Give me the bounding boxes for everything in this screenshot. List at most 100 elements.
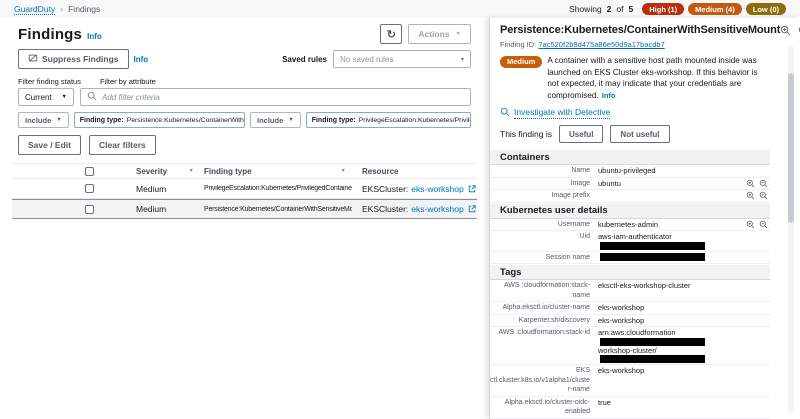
not-useful-button[interactable]: Not useful bbox=[610, 125, 669, 143]
top-bar: GuardDuty › Findings Showing2of5 High (1… bbox=[0, 0, 800, 18]
search-icon bbox=[87, 91, 97, 103]
table-row[interactable]: Medium PrivilegeEscalation:Kubernetes/Pri… bbox=[12, 179, 477, 199]
detail-row-label: AWS :cloudformation:stack-id bbox=[490, 328, 598, 338]
actions-dropdown-button[interactable]: Actions▼ bbox=[408, 24, 471, 44]
detail-row: Imageubuntu bbox=[490, 178, 770, 191]
detail-row-label: Alpha.eksctl.io/cluster-oidc-enabled bbox=[490, 398, 598, 417]
severity-badge[interactable]: High (1) bbox=[642, 3, 684, 15]
refresh-button[interactable]: ↻ bbox=[380, 24, 402, 44]
scrollbar-thumb[interactable] bbox=[788, 73, 794, 223]
resource-column-header: Resource bbox=[362, 167, 398, 176]
select-all-checkbox[interactable] bbox=[85, 167, 94, 176]
chip-prefix: Finding type: bbox=[312, 117, 356, 124]
section-header: Kubernetes user details bbox=[490, 204, 770, 219]
filter-chip[interactable]: Finding type: PrivilegeEscalation:Kubern… bbox=[306, 112, 471, 128]
investigate-with-detective-link[interactable]: Investigate with Detective bbox=[514, 107, 610, 119]
page-title: Findings bbox=[18, 26, 82, 43]
severity-column-header: Severity bbox=[136, 167, 167, 176]
section-header: Containers bbox=[490, 150, 770, 165]
row-checkbox[interactable] bbox=[85, 184, 94, 193]
status-value: Current bbox=[25, 93, 52, 102]
suppress-findings-button[interactable]: Suppress Findings bbox=[18, 49, 129, 69]
detail-row-label: Image prefix bbox=[490, 191, 598, 201]
detail-row-value: true bbox=[598, 398, 611, 408]
detective-icon bbox=[500, 107, 510, 119]
description-info-link[interactable]: Info bbox=[602, 91, 616, 100]
showing-total: 5 bbox=[629, 4, 634, 14]
breadcrumb-current: Findings bbox=[68, 4, 100, 14]
breadcrumb-separator-icon: › bbox=[60, 4, 63, 14]
row-checkbox[interactable] bbox=[85, 205, 94, 214]
zoom-in-icon[interactable] bbox=[746, 179, 755, 188]
title-info-link[interactable]: Info bbox=[87, 32, 102, 41]
detail-row: AWS :cloudformation:stack-idarn:aws:clou… bbox=[490, 327, 770, 365]
suppress-info-link[interactable]: Info bbox=[134, 55, 149, 64]
finding-id-label: Finding ID: bbox=[500, 40, 536, 49]
findings-summary: Showing2of5 High (1)Medium (4)Low (0) bbox=[569, 3, 786, 15]
zoom-out-icon[interactable] bbox=[759, 220, 768, 229]
detail-row-label: AWS :cloudformation:stack-name bbox=[490, 281, 598, 300]
include-dropdown[interactable]: Include▼ bbox=[250, 112, 301, 128]
detail-row: Uidaws-iam-authenticator bbox=[490, 231, 770, 252]
redacted-value bbox=[600, 253, 705, 261]
detail-row: Karpenter.sh/discoveryeks-workshop bbox=[490, 315, 770, 328]
saved-rules-select[interactable]: No saved rules ▾ bbox=[333, 50, 471, 68]
clear-filters-button[interactable]: Clear filters bbox=[89, 135, 156, 155]
zoom-in-icon[interactable] bbox=[746, 191, 755, 200]
detail-row-value: eks-workshop bbox=[598, 316, 644, 326]
severity-badges: High (1) Medium (4) Low (0) bbox=[642, 3, 786, 15]
showing-count: 2 bbox=[607, 4, 612, 14]
breadcrumb-guardduty-link[interactable]: GuardDuty bbox=[14, 4, 55, 15]
finding-id-link[interactable]: 7ac520f2b8d475a86e50d9a17bacdb7 bbox=[538, 40, 664, 49]
detail-row-value: kubernetes-admin bbox=[598, 220, 658, 230]
zoom-in-icon[interactable] bbox=[780, 25, 791, 36]
saved-rules-label: Saved rules bbox=[282, 55, 327, 64]
actions-label: Actions bbox=[418, 29, 449, 39]
suppress-label: Suppress Findings bbox=[42, 54, 119, 64]
resource-prefix: EKSCluster: bbox=[362, 204, 408, 214]
finding-type-cell: PrivilegeEscalation:Kubernetes/Privilege… bbox=[204, 185, 352, 192]
table-row[interactable]: MediumPersistence:Kubernetes/ContainerWi… bbox=[12, 199, 477, 219]
severity-badge[interactable]: Medium (4) bbox=[688, 3, 742, 15]
detail-row-value: arn:aws:cloudformation bbox=[598, 328, 676, 338]
finding-type-cell: Persistence:Kubernetes/ContainerWithSens… bbox=[204, 206, 352, 213]
detail-row-label: EKS ctl.cluster.k8s.io/v1alpha1/cluster-… bbox=[490, 366, 598, 395]
chip-prefix: Finding type: bbox=[80, 117, 124, 124]
sort-icon[interactable]: ▼ bbox=[341, 168, 346, 174]
filter-chip[interactable]: Finding type: Persistence:Kubernetes/Con… bbox=[74, 112, 245, 128]
chip-value: PrivilegeEscalation:Kubernetes/Privilege… bbox=[359, 117, 471, 124]
redacted-value bbox=[600, 338, 705, 346]
findings-table-body: Medium PrivilegeEscalation:Kubernetes/Pri… bbox=[12, 179, 477, 219]
finding-type-column-header: Finding type bbox=[204, 167, 252, 176]
detail-row-value: ubuntu-privileged bbox=[598, 166, 656, 176]
finding-status-select[interactable]: Current ▼ bbox=[18, 88, 74, 106]
severity-pill: Medium bbox=[500, 56, 542, 68]
include-dropdown[interactable]: Include▼ bbox=[18, 112, 69, 128]
detail-row: Alpha.eksctl.io/cluster-oidc-enabledtrue bbox=[490, 397, 770, 419]
chevron-down-icon: ▾ bbox=[461, 56, 464, 63]
finding-detail-panel: Persistence:Kubernetes/ContainerWithSens… bbox=[489, 18, 800, 419]
table-header: Severity ▼ Finding type ▼ Resource bbox=[12, 163, 477, 179]
sort-icon[interactable]: ▼ bbox=[189, 168, 194, 174]
chip-value: Persistence:Kubernetes/ContainerWithSens… bbox=[127, 117, 245, 124]
suppress-icon bbox=[28, 53, 38, 65]
resource-link[interactable]: eks-workshop bbox=[411, 204, 463, 214]
saved-rules-value: No saved rules bbox=[340, 55, 393, 64]
zoom-out-icon[interactable] bbox=[759, 191, 768, 200]
detail-row: Alpha.eksctl.io/cluster-nameeks-workshop bbox=[490, 302, 770, 315]
resource-prefix: EKSCluster: bbox=[362, 184, 408, 194]
zoom-in-icon[interactable] bbox=[746, 220, 755, 229]
detail-row-value: eksctl-eks-workshop-cluster bbox=[598, 281, 691, 291]
resource-link[interactable]: eks-workshop bbox=[411, 184, 463, 194]
useful-button[interactable]: Useful bbox=[559, 125, 603, 143]
severity-badge[interactable]: Low (0) bbox=[746, 3, 786, 15]
save-edit-button[interactable]: Save / Edit bbox=[18, 135, 81, 155]
include-label: Include bbox=[25, 116, 51, 125]
severity-cell: Medium bbox=[136, 184, 166, 194]
detail-row-value: ubuntu bbox=[598, 179, 621, 189]
page-title-group: Findings Info bbox=[18, 26, 102, 43]
zoom-out-icon[interactable] bbox=[759, 179, 768, 188]
detail-row: Session name bbox=[490, 252, 770, 265]
filter-search-input[interactable] bbox=[102, 93, 464, 102]
chevron-down-icon: ▼ bbox=[288, 117, 293, 123]
